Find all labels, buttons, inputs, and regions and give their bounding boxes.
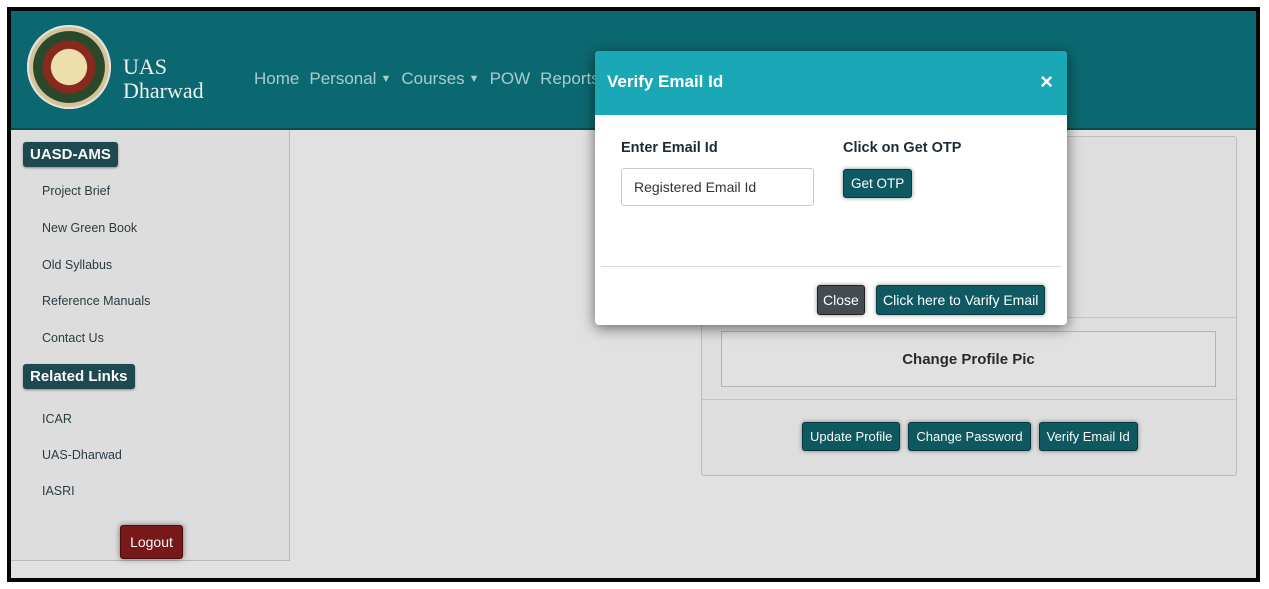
close-icon[interactable]: ×: [1040, 69, 1053, 95]
email-input[interactable]: [621, 168, 814, 206]
close-button[interactable]: Close: [817, 285, 865, 315]
modal-title: Verify Email Id: [607, 72, 724, 91]
modal-divider: [601, 266, 1061, 267]
verify-email-button[interactable]: Click here to Varify Email: [876, 285, 1046, 315]
get-otp-button[interactable]: Get OTP: [843, 169, 913, 198]
otp-label: Click on Get OTP: [843, 140, 962, 156]
app-frame: UAS Dharwad Home Personal ▼ Courses ▼ POW …: [7, 7, 1260, 582]
modal-header: Verify Email Id ×: [595, 51, 1067, 115]
email-label: Enter Email Id: [621, 140, 718, 156]
verify-email-modal: Verify Email Id × Enter Email Id Click o…: [595, 51, 1067, 325]
